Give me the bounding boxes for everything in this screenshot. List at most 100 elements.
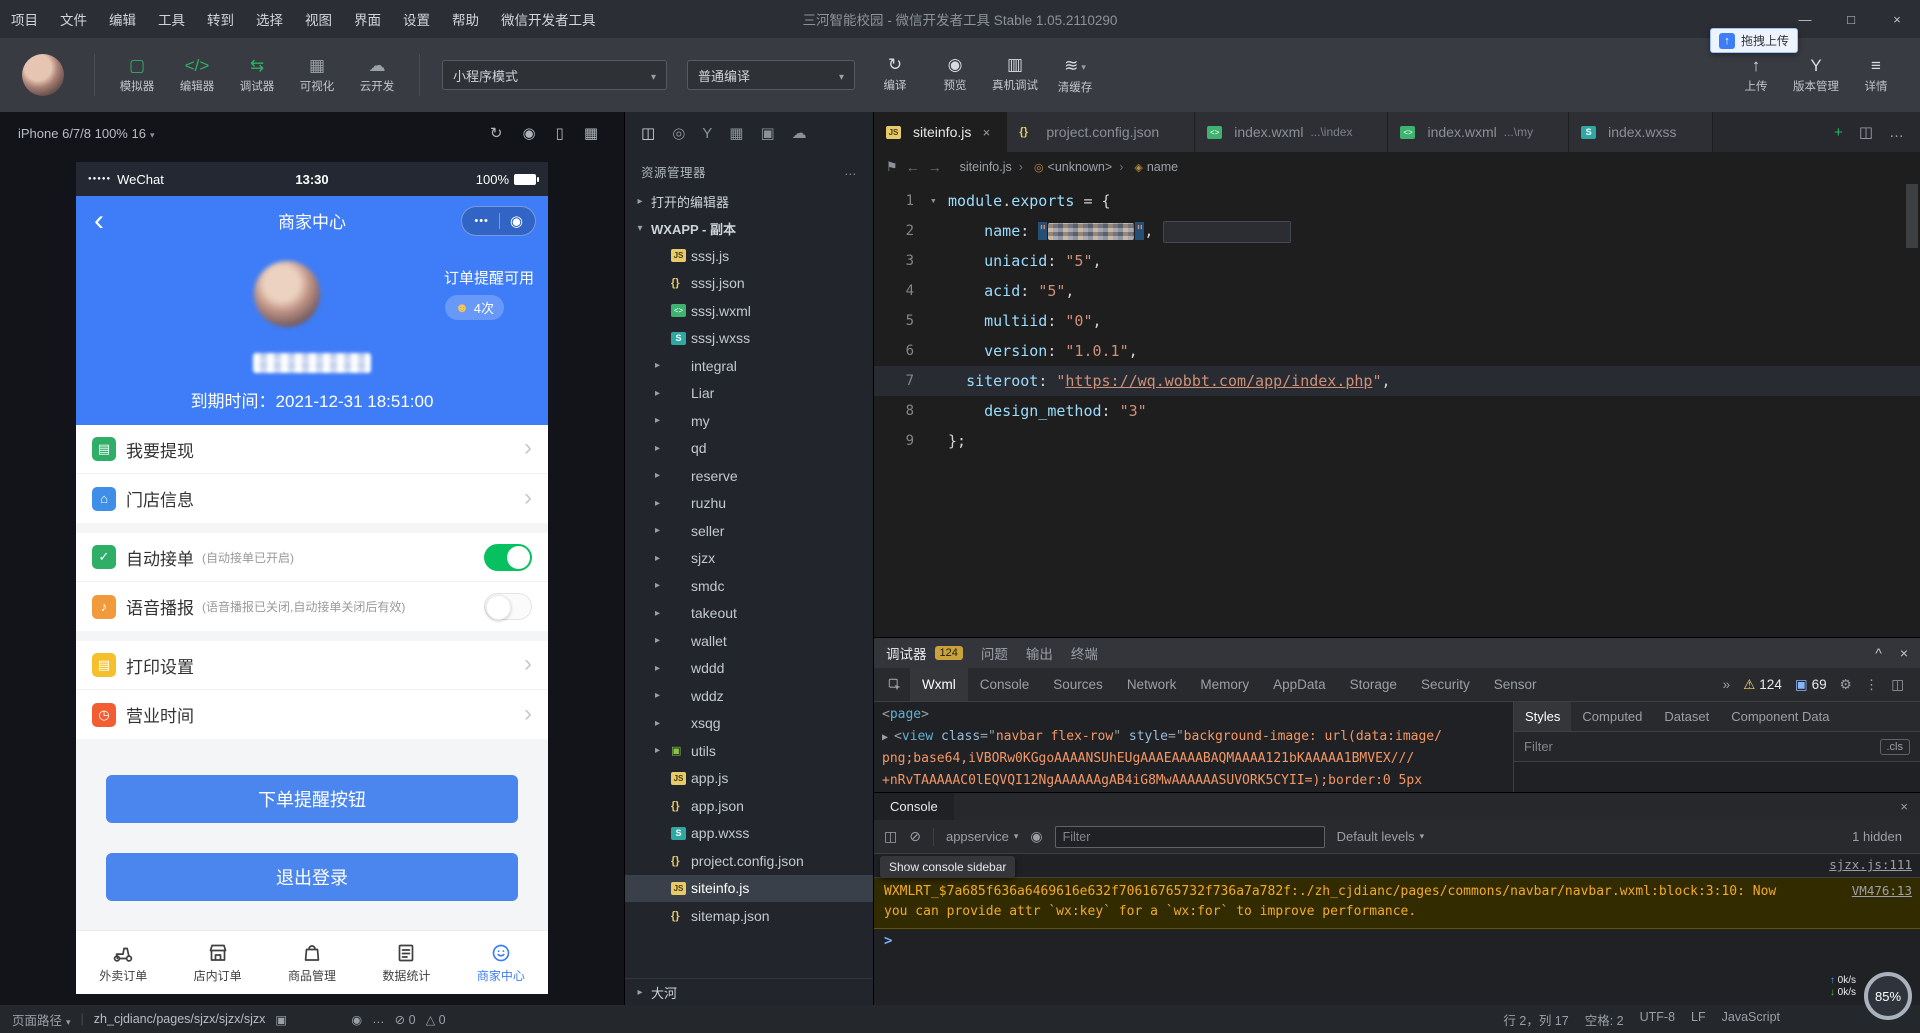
toolbar-right-button[interactable]: ↑ 上传 (1726, 57, 1786, 94)
menu-item[interactable]: 视图 (294, 0, 343, 38)
tree-item[interactable]: ▸ smdc (625, 572, 873, 600)
close-icon[interactable]: × (978, 125, 994, 140)
capsule-menu[interactable]: ••• ◉ (461, 206, 536, 236)
overflow-icon[interactable]: » (1723, 677, 1731, 692)
tree-item[interactable]: ▸ wallet (625, 627, 873, 655)
tab-takeout-orders[interactable]: 外卖订单 (76, 931, 170, 994)
menu-item[interactable]: 项目 (0, 0, 49, 38)
menu-item[interactable]: 帮助 (441, 0, 490, 38)
menu-row-control[interactable] (524, 704, 532, 726)
package-icon[interactable]: ▣ (760, 124, 774, 142)
issue-counter[interactable]: ▣69 (1795, 677, 1827, 693)
styles-tab[interactable]: Component Data (1720, 702, 1840, 731)
section-project-root[interactable]: ▾ WXAPP - 副本 (625, 215, 873, 242)
pages-icon[interactable]: ◫ (641, 124, 655, 142)
merchant-avatar[interactable] (254, 261, 320, 327)
page-path-selector[interactable]: 页面路径 (12, 1010, 71, 1029)
breadcrumb-item[interactable]: ◎ <unknown> (1012, 160, 1112, 174)
menu-item[interactable]: 工具 (147, 0, 196, 38)
tree-item[interactable]: ▸ takeout (625, 600, 873, 628)
logout-button[interactable]: 退出登录 (106, 853, 518, 901)
tree-item[interactable]: S sssj.wxss (625, 325, 873, 353)
compile-mode-dropdown[interactable]: 普通编译 (687, 60, 855, 90)
menu-row-control[interactable] (524, 488, 532, 510)
devtools-tab[interactable]: Console (968, 668, 1042, 701)
tree-item[interactable]: ▸ reserve (625, 462, 873, 490)
eol-setting[interactable]: LF (1691, 1010, 1706, 1029)
tree-item[interactable]: ▸ ▣ utils (625, 737, 873, 765)
mode-dropdown[interactable]: 小程序模式 (442, 60, 667, 90)
tab-problems[interactable]: 问题 (981, 643, 1008, 663)
order-remind-button[interactable]: 下单提醒按钮 (106, 775, 518, 823)
fold-icon[interactable] (930, 396, 948, 426)
tree-item[interactable]: {} sitemap.json (625, 902, 873, 930)
toolbar-action-button[interactable]: ▥ 真机调试 (985, 56, 1045, 95)
styles-filter-input[interactable] (1524, 739, 1872, 754)
tree-item[interactable]: ▸ wddz (625, 682, 873, 710)
back-icon[interactable]: ‹ (88, 208, 110, 234)
console-filter-input[interactable] (1055, 826, 1325, 848)
error-counter[interactable]: ⊘ 0 (395, 1012, 416, 1027)
dock-side-icon[interactable]: ◫ (1891, 677, 1904, 693)
close-icon[interactable]: × (1888, 793, 1920, 820)
back-arrow-icon[interactable]: ← (906, 159, 920, 175)
editor-tab[interactable]: {} project.config.json (1007, 112, 1195, 152)
editor-scrollbar[interactable] (1906, 184, 1918, 248)
rotate-icon[interactable]: ↻ (490, 124, 503, 142)
more-icon[interactable]: … (372, 1012, 385, 1026)
module-button[interactable]: ⇆ 调试器 (227, 57, 287, 94)
menu-row[interactable]: ▤ 打印设置 (76, 641, 548, 690)
tab-terminal[interactable]: 终端 (1071, 643, 1098, 663)
toolbar-action-button[interactable]: ◉ 预览 (925, 56, 985, 95)
tree-item[interactable]: ▸ integral (625, 352, 873, 380)
source-link[interactable]: VM476:13 (1852, 881, 1912, 901)
collapse-icon[interactable]: ^ (1875, 645, 1882, 661)
toolbar-action-button[interactable]: ↻ 编译 (865, 56, 925, 95)
tab-statistics[interactable]: 数据统计 (359, 931, 453, 994)
user-avatar[interactable] (22, 54, 64, 96)
kebab-menu-icon[interactable]: ⋮ (1865, 677, 1879, 693)
more-icon[interactable]: … (844, 164, 857, 178)
breadcrumb-item[interactable]: siteinfo.js (960, 160, 1012, 174)
source-link[interactable]: sjzx.js:111 (1829, 857, 1912, 872)
devtools-tab[interactable]: Memory (1188, 668, 1261, 701)
section-open-editors[interactable]: ▸ 打开的编辑器 (625, 188, 873, 215)
devtools-tab[interactable]: Sensor (1482, 668, 1549, 701)
fold-icon[interactable] (930, 426, 948, 456)
tree-item[interactable]: S app.wxss (625, 820, 873, 848)
editor-tab[interactable]: <> index.wxml ...\my (1388, 112, 1569, 152)
home-icon[interactable]: ◉ (510, 212, 523, 230)
tree-item[interactable]: JS app.js (625, 765, 873, 793)
grid-icon[interactable]: ▦ (584, 124, 598, 142)
memory-usage-gauge[interactable]: 85% (1864, 972, 1912, 1020)
source-control-icon[interactable]: Y (702, 125, 712, 142)
console-messages[interactable]: Show console sidebar sjzx.js:111 VM476:1… (874, 854, 1920, 1005)
indentation-setting[interactable]: 空格: 2 (1585, 1010, 1624, 1029)
device-selector[interactable]: iPhone 6/7/8 100% 16 (18, 126, 154, 141)
extensions-icon[interactable]: ▦ (729, 124, 743, 142)
clear-console-icon[interactable]: ⊘ (909, 828, 921, 845)
close-icon[interactable]: × (1900, 645, 1908, 661)
device-frame-icon[interactable]: ▯ (556, 124, 564, 142)
fold-icon[interactable]: ▾ (930, 186, 948, 216)
toolbar-right-button[interactable]: Y 版本管理 (1786, 57, 1846, 94)
tab-output[interactable]: 输出 (1026, 643, 1053, 663)
tree-item[interactable]: {} sssj.json (625, 270, 873, 298)
menu-row[interactable]: ⌂ 门店信息 (76, 474, 548, 523)
window-control-button[interactable]: × (1874, 0, 1920, 38)
tab-merchant-center[interactable]: 商家中心 (454, 931, 548, 994)
tree-item[interactable]: JS sssj.js (625, 242, 873, 270)
fold-icon[interactable] (930, 366, 948, 396)
eye-icon[interactable]: ◉ (351, 1012, 362, 1027)
tree-item[interactable]: ▸ seller (625, 517, 873, 545)
devtools-tab[interactable]: Storage (1338, 668, 1409, 701)
search-icon[interactable]: ◎ (672, 124, 685, 142)
menu-item[interactable]: 设置 (392, 0, 441, 38)
cloud-icon[interactable]: ☁ (792, 124, 807, 142)
tab-goods-manage[interactable]: 商品管理 (265, 931, 359, 994)
tree-item[interactable]: ▸ my (625, 407, 873, 435)
devtools-tab[interactable]: Sources (1041, 668, 1115, 701)
styles-tab[interactable]: Dataset (1653, 702, 1720, 731)
tree-item[interactable]: ▸ sjzx (625, 545, 873, 573)
tree-item[interactable]: ▸ qd (625, 435, 873, 463)
